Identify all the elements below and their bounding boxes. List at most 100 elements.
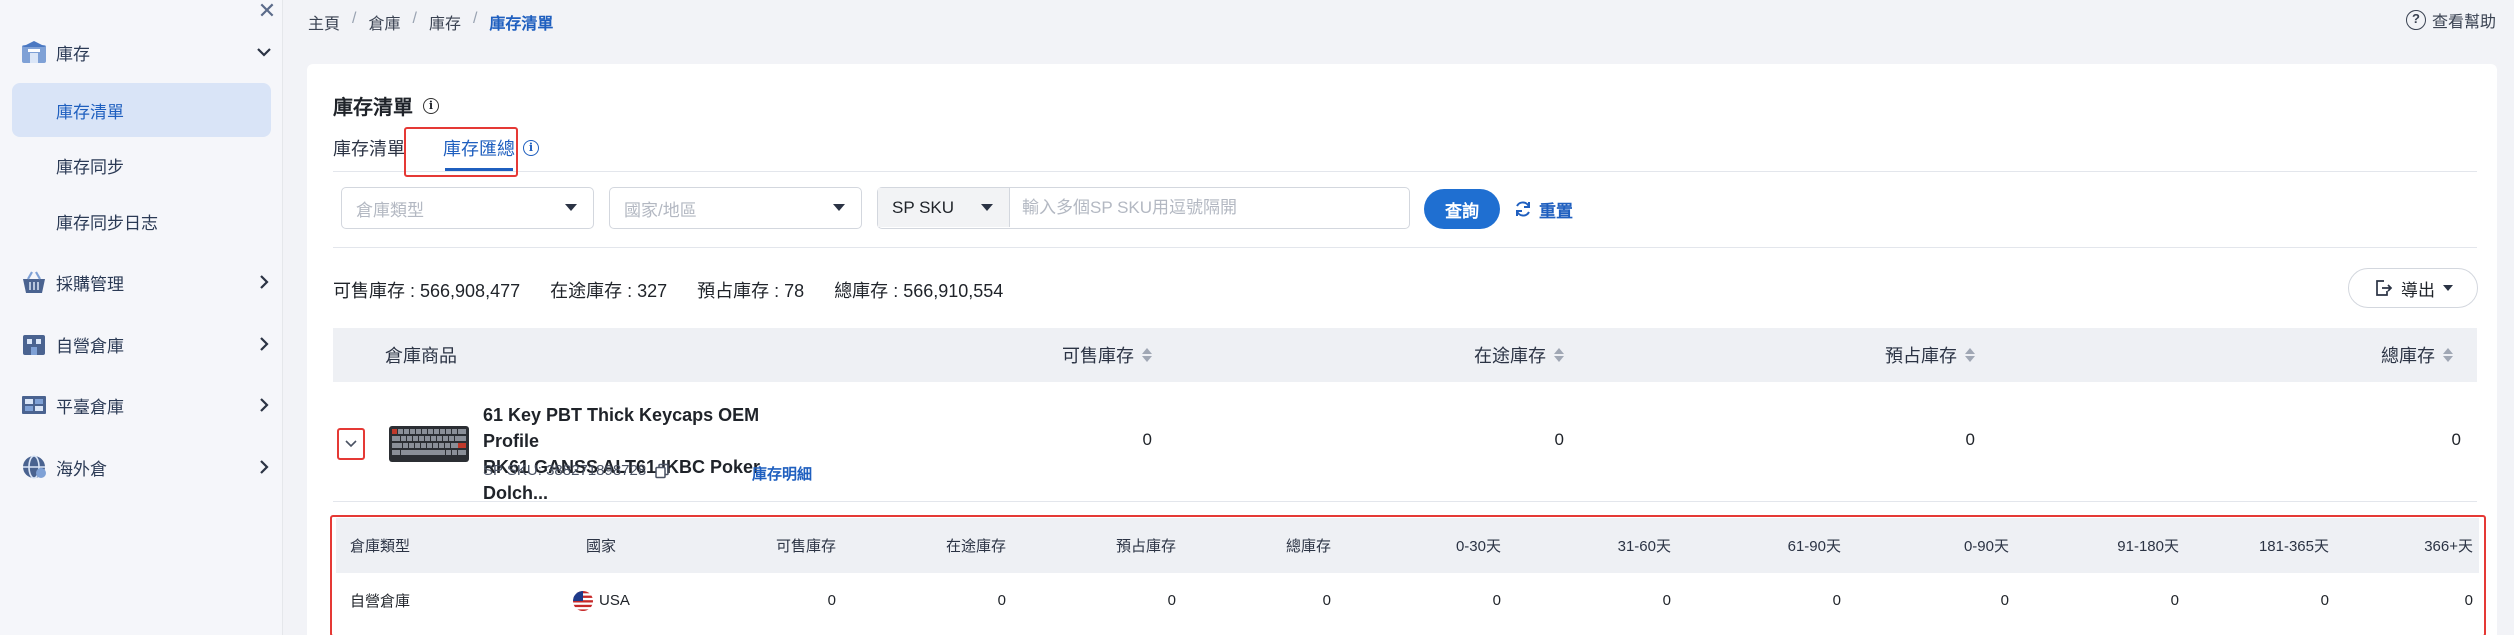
expand-row-button[interactable] [337,428,365,460]
export-label: 導出 [2401,280,2435,300]
sidebar-group-own-warehouse[interactable]: 自營倉庫 [0,322,283,366]
divider [333,247,2477,248]
sub-col-header: 181-365天 [2258,538,2329,555]
table-header: 倉庫商品 可售庫存 在途庫存 預占庫存 總庫存 [333,328,2477,382]
shelf-icon [22,396,46,414]
col-available[interactable]: 可售庫存 [1062,328,1152,382]
reset-button[interactable]: 重置 [1513,189,1573,229]
query-button[interactable]: 查詢 [1424,189,1500,229]
sub-col-header: 在途庫存 [945,538,1006,555]
cell-available: 0 [1142,430,1152,449]
chevron-right-icon [260,460,269,474]
sub-table-header: 倉庫類型 國家 可售庫存 在途庫存 預占庫存 總庫存 0-30天 31-60天 … [336,518,2479,573]
inventory-detail-link[interactable]: 庫存明細 [752,463,812,484]
sidebar-item-inventory-sync-log[interactable]: 庫存同步日志 [12,194,271,248]
us-flag-icon [573,590,593,611]
sku-type-value: SP SKU [892,197,955,217]
sub-cell: 0 [1492,592,1501,609]
breadcrumb-home[interactable]: 主頁 [308,10,340,34]
stat-available: 可售庫存 : 566,908,477 [333,281,521,301]
sidebar-group-label: 自營倉庫 [56,336,124,356]
sub-cell-warehouse-type: 自營倉庫 [350,593,411,610]
sub-table-row: 自營倉庫 USA 0 0 0 0 0 0 0 0 0 0 0 [336,573,2479,628]
sidebar-group-overseas-warehouse[interactable]: 海外倉 [0,445,283,489]
expanded-detail-table: 倉庫類型 國家 可售庫存 在途庫存 預占庫存 總庫存 0-30天 31-60天 … [330,515,2485,635]
col-label: 預占庫存 [1885,346,1957,366]
sub-cell: 0 [1167,592,1176,609]
sidebar: ✕ 庫存 庫存清單 庫存同步 庫存同步日志 採購管理 自營倉庫 平臺倉庫 海外倉 [0,0,283,635]
stat-in-transit: 在途庫存 : 327 [550,281,668,301]
country-name: USA [599,592,630,609]
sidebar-item-inventory-sync[interactable]: 庫存同步 [12,138,271,192]
info-icon[interactable]: i [423,97,439,114]
select-placeholder: 國家/地區 [624,200,697,220]
refresh-icon [1516,201,1530,217]
sku-search-input[interactable] [1022,188,1402,227]
sidebar-group-platform-warehouse[interactable]: 平臺倉庫 [0,383,283,427]
sidebar-item-label: 庫存同步 [56,157,124,177]
reset-label: 重置 [1539,201,1573,221]
sidebar-group-label: 庫存 [56,44,90,64]
sidebar-item-label: 庫存清單 [56,102,124,122]
sidebar-group-label: 海外倉 [56,459,107,479]
help-link[interactable]: ? 查看幫助 [2405,8,2496,32]
close-icon[interactable]: ✕ [256,0,278,22]
question-icon: ? [2405,10,2426,30]
breadcrumb: 主頁 / 倉庫 / 庫存 / 庫存清單 [308,10,553,34]
sub-cell: 0 [2320,592,2329,609]
sidebar-group-inventory[interactable]: 庫存 [0,30,283,74]
product-thumbnail [389,426,469,462]
breadcrumb-separator: / [472,10,478,27]
breadcrumb-inventory[interactable]: 庫存 [429,10,461,34]
table-row: 61 Key PBT Thick Keycaps OEM Profile RK6… [333,382,2477,503]
sort-icon[interactable] [2443,348,2453,362]
building-icon [23,335,45,355]
col-in-transit[interactable]: 在途庫存 [1474,328,1564,382]
tab-bar: 庫存清單 庫存匯總 i [333,130,2477,172]
copy-icon[interactable] [654,463,670,479]
breadcrumb-current: 庫存清單 [489,16,554,33]
sort-icon[interactable] [1554,348,1564,362]
sub-col-header: 總庫存 [1285,538,1331,555]
sort-icon[interactable] [1142,348,1152,362]
query-label: 查詢 [1445,201,1479,221]
col-total[interactable]: 總庫存 [2381,328,2453,382]
breadcrumb-separator: / [412,10,417,27]
breadcrumb-warehouse[interactable]: 倉庫 [368,10,400,34]
chevron-right-icon [260,275,269,289]
col-label: 可售庫存 [1062,346,1134,366]
main-card: 庫存清單 i 庫存清單 庫存匯總 i 倉庫類型 國家/地區 SP SKU 輸入多… [307,64,2497,635]
caret-down-icon [2443,285,2453,291]
sub-col-header: 61-90天 [1787,538,1841,555]
warehouse-type-select[interactable]: 倉庫類型 [341,187,594,229]
page-title: 庫存清單 i [333,91,439,120]
sub-col-header: 預占庫存 [1115,538,1176,555]
sort-icon[interactable] [1965,348,1975,362]
sub-col-header: 91-180天 [2117,538,2179,555]
sidebar-item-inventory-list[interactable]: 庫存清單 [12,83,271,137]
col-product: 倉庫商品 [385,328,457,382]
info-icon[interactable]: i [523,140,539,156]
caret-down-icon [981,204,993,211]
sidebar-group-purchasing[interactable]: 採購管理 [0,260,283,304]
select-placeholder: 倉庫類型 [356,200,424,220]
cell-in-transit: 0 [1554,430,1564,449]
sub-cell: 0 [997,592,1006,609]
export-icon [2376,280,2393,296]
sku-search-group: SP SKU [877,187,1410,229]
help-label: 查看幫助 [2431,14,2496,31]
sub-col-header: 國家 [586,538,617,555]
sub-cell: 0 [1662,592,1671,609]
stats-summary: 可售庫存 : 566,908,477 在途庫存 : 327 預占庫存 : 78 … [333,277,1033,303]
sku-type-select[interactable]: SP SKU [878,188,1010,227]
product-name-line: 61 Key PBT Thick Keycaps OEM Profile [483,405,760,451]
tab-inventory-list[interactable]: 庫存清單 [333,127,405,169]
chevron-down-icon [345,440,357,448]
warehouse-box-icon [22,41,46,63]
page-title-text: 庫存清單 [333,97,413,119]
sidebar-item-label: 庫存同步日志 [56,213,158,233]
export-button[interactable]: 導出 [2348,268,2478,308]
col-reserved[interactable]: 預占庫存 [1885,328,1975,382]
country-select[interactable]: 國家/地區 [609,187,862,229]
cell-reserved: 0 [1965,430,1975,449]
